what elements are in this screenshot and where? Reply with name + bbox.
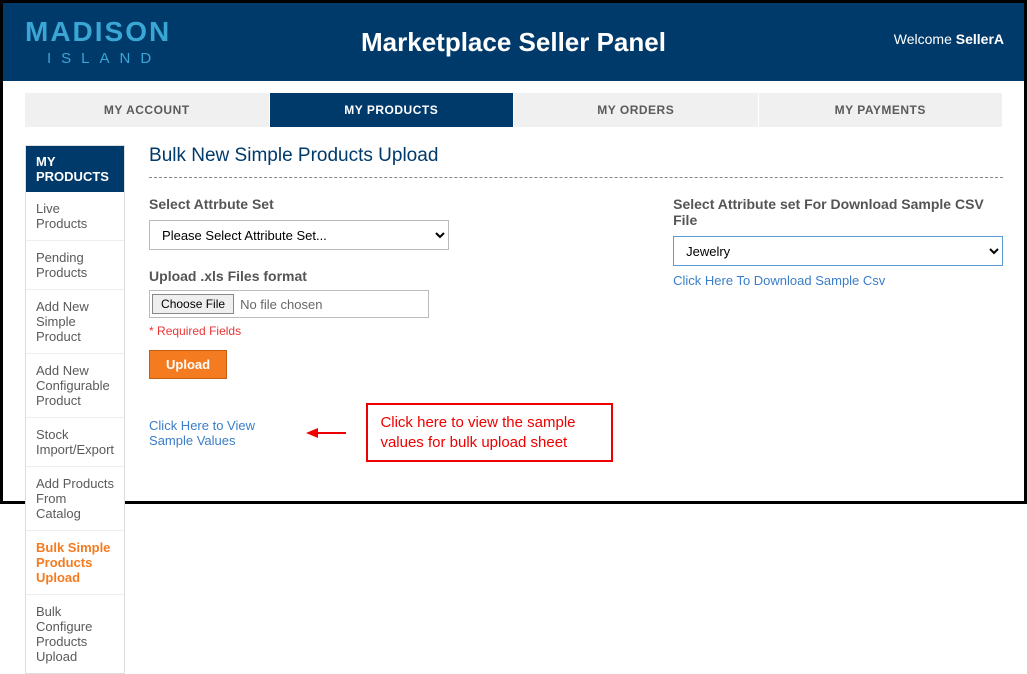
welcome-user: SellerA — [956, 31, 1004, 47]
download-sample-csv-link[interactable]: Click Here To Download Sample Csv — [673, 273, 885, 288]
file-input-row: Choose File No file chosen — [149, 290, 429, 318]
header-bar: MADISON ISLAND Marketplace Seller Panel … — [3, 3, 1024, 81]
divider — [149, 177, 1003, 178]
sidebar-title: MY PRODUCTS — [26, 146, 124, 192]
sidebar-item-add-simple[interactable]: Add New Simple Product — [26, 290, 124, 354]
required-fields-note: * Required Fields — [149, 324, 613, 338]
sidebar: MY PRODUCTS Live Products Pending Produc… — [25, 145, 125, 674]
sidebar-item-live-products[interactable]: Live Products — [26, 192, 124, 241]
sidebar-item-bulk-simple-upload[interactable]: Bulk Simple Products Upload — [26, 531, 124, 595]
main-tabs: MY ACCOUNT MY PRODUCTS MY ORDERS MY PAYM… — [25, 93, 1002, 127]
sidebar-item-pending-products[interactable]: Pending Products — [26, 241, 124, 290]
sidebar-item-add-configurable[interactable]: Add New Configurable Product — [26, 354, 124, 418]
logo-top: MADISON — [25, 18, 171, 46]
attr-set-label: Select Attrbute Set — [149, 196, 613, 212]
file-chosen-text: No file chosen — [240, 297, 322, 312]
upload-label: Upload .xls Files format — [149, 268, 613, 284]
logo: MADISON ISLAND — [25, 18, 171, 67]
sidebar-item-bulk-configure-upload[interactable]: Bulk Configure Products Upload — [26, 595, 124, 673]
download-attr-select[interactable]: Jewelry — [673, 236, 1003, 266]
arrow-icon — [306, 426, 346, 440]
tab-my-account[interactable]: MY ACCOUNT — [25, 93, 269, 127]
choose-file-button[interactable]: Choose File — [152, 294, 234, 314]
welcome-prefix: Welcome — [894, 31, 956, 47]
logo-bottom: ISLAND — [47, 50, 171, 67]
sidebar-item-add-from-catalog[interactable]: Add Products From Catalog — [26, 467, 124, 531]
tab-my-payments[interactable]: MY PAYMENTS — [759, 93, 1003, 127]
upload-button[interactable]: Upload — [149, 350, 227, 379]
view-sample-values-link[interactable]: Click Here to View Sample Values — [149, 418, 286, 448]
page-title: Bulk New Simple Products Upload — [149, 145, 1003, 167]
attr-set-select[interactable]: Please Select Attribute Set... — [149, 220, 449, 250]
tab-my-orders[interactable]: MY ORDERS — [514, 93, 758, 127]
sidebar-item-stock-import-export[interactable]: Stock Import/Export — [26, 418, 124, 467]
welcome-text: Welcome SellerA — [894, 31, 1004, 47]
callout-box: Click here to view the sample values for… — [366, 403, 613, 462]
download-attr-label: Select Attribute set For Download Sample… — [673, 196, 1003, 228]
main-panel: Bulk New Simple Products Upload Select A… — [149, 145, 1003, 674]
tab-my-products[interactable]: MY PRODUCTS — [270, 93, 514, 127]
